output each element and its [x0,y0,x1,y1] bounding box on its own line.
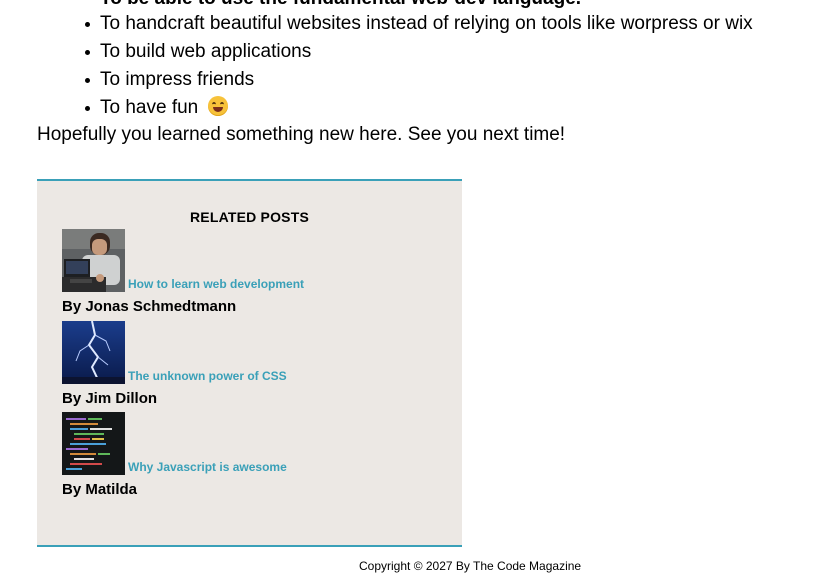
related-post: How to learn web development By Jonas Sc… [62,229,442,315]
grinning-face-emoji-icon [207,96,228,116]
related-posts-heading: RELATED POSTS [189,209,310,225]
related-post-link[interactable]: The unknown power of CSS [128,369,287,383]
lightning-thumbnail[interactable] [62,321,125,384]
related-post: Why Javascript is awesome By Matilda [62,412,442,498]
man-at-laptop-thumbnail[interactable] [62,229,125,292]
related-post: The unknown power of CSS By Jim Dillon [62,321,442,407]
list-item: To impress friends [85,66,753,94]
list-item: To have fun [85,94,753,122]
post-author: By Matilda [62,481,138,498]
closing-paragraph: Hopefully you learned something new here… [37,124,566,145]
related-post-link[interactable]: Why Javascript is awesome [128,460,287,474]
list-item: To build web applications [85,38,753,66]
reasons-list: To handcraft beautiful websites instead … [85,10,753,122]
list-item: To handcraft beautiful websites instead … [85,10,753,38]
copyright-footer: Copyright © 2027 By The Code Magazine [359,559,582,573]
truncated-list-item: To be able to use the fundamental web-de… [100,0,581,10]
code-screen-thumbnail[interactable] [62,412,125,475]
post-author: By Jim Dillon [62,390,158,407]
post-author: By Jonas Schmedtmann [62,298,237,315]
related-post-link[interactable]: How to learn web development [128,277,304,291]
related-posts-panel: RELATED POSTS How to learn web developme… [37,179,462,547]
